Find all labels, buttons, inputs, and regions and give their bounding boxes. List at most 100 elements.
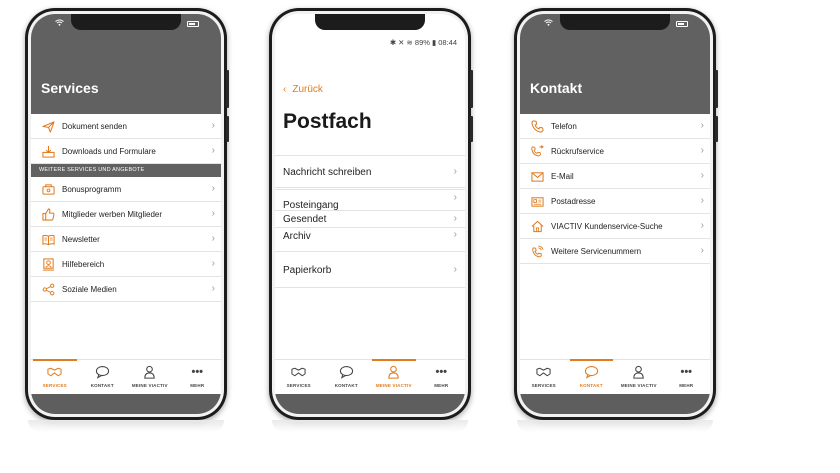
person-icon [386, 365, 402, 379]
chevron-right-icon: › [211, 145, 215, 156]
tab-services[interactable]: SERVICES [31, 359, 79, 394]
page-title: Services [41, 80, 99, 96]
phone-reflection [28, 420, 224, 432]
chat-icon [583, 365, 599, 379]
tab-services[interactable]: SERVICES [275, 360, 323, 394]
side-button [470, 116, 473, 142]
tab-mehr[interactable]: ••• MEHR [174, 360, 222, 394]
list-item-label: Postadresse [551, 196, 596, 206]
chevron-right-icon: › [453, 166, 457, 177]
list-item-newsletter[interactable]: Newsletter › [31, 227, 221, 252]
callback-icon [530, 144, 544, 158]
home-indicator-area [275, 394, 465, 414]
tab-label: MEHR [190, 383, 205, 388]
notch [71, 14, 181, 30]
home-icon [530, 219, 544, 233]
download-icon [41, 144, 55, 158]
list-item-postadresse[interactable]: Postadresse › [520, 189, 710, 214]
list-item-email[interactable]: E-Mail › [520, 164, 710, 189]
side-button [715, 116, 718, 142]
tab-label: KONTAKT [90, 383, 114, 388]
chevron-right-icon: › [700, 195, 704, 206]
list-item-weitere-servicenummern[interactable]: Weitere Servicenummern › [520, 239, 710, 264]
screen: ✱ ✕ ≋ 89% ▮ 08:44 ‹ Zurück Postfach Nachr… [275, 14, 465, 414]
more-numbers-icon [530, 244, 544, 258]
list-item-label: Bonusprogramm [62, 184, 122, 194]
list-item-downloads[interactable]: Downloads und Formulare › [31, 139, 221, 164]
help-icon [41, 257, 55, 271]
tab-label: KONTAKT [334, 383, 358, 388]
notch [315, 14, 425, 30]
chevron-right-icon: › [453, 192, 457, 203]
list-item-mitglieder-werben[interactable]: Mitglieder werben Mitglieder › [31, 202, 221, 227]
list-item-nachricht-schreiben[interactable]: Nachricht schreiben › [275, 156, 465, 188]
handshake-icon [47, 365, 63, 379]
services-list: Dokument senden › Downloads und Formular… [31, 114, 221, 302]
tab-mehr[interactable]: ••• MEHR [418, 360, 466, 394]
list-item-papierkorb[interactable]: Papierkorb › [275, 252, 465, 288]
tab-meine-viactiv[interactable]: MEINE VIACTIV [126, 360, 174, 394]
chevron-right-icon: › [700, 245, 704, 256]
tab-mehr[interactable]: ••• MEHR [663, 360, 711, 394]
screen: Kontakt 09:15 Telefon › Rückrufservice [520, 14, 710, 414]
screen: Services 09:15 Dokument senden › Downlo [31, 14, 221, 414]
address-icon [530, 194, 544, 208]
tab-bar: SERVICES KONTAKT MEINE VIACTIV ••• MEHR [31, 359, 221, 394]
power-button [715, 70, 718, 108]
side-button [226, 116, 229, 142]
tab-bar: SERVICES KONTAKT MEINE VIACTIV ••• MEHR [275, 359, 465, 394]
list-item-label: Nachricht schreiben [283, 167, 372, 178]
tab-label: KONTAKT [579, 383, 603, 388]
chevron-right-icon: › [700, 220, 704, 231]
tab-services[interactable]: SERVICES [520, 360, 568, 394]
list-item-gesendet[interactable]: Gesendet › [275, 210, 465, 227]
tab-label: MEHR [434, 383, 449, 388]
list-item-label: VIACTIV Kundenservice-Suche [551, 221, 663, 231]
phone-postfach: ✱ ✕ ≋ 89% ▮ 08:44 ‹ Zurück Postfach Nachr… [269, 8, 473, 420]
power-button [470, 70, 473, 108]
share-icon [41, 282, 55, 296]
notch [560, 14, 670, 30]
list-item-bonusprogramm[interactable]: Bonusprogramm › [31, 177, 221, 202]
list-item-posteingang[interactable]: Posteingang › [275, 190, 465, 211]
chevron-right-icon: › [211, 233, 215, 244]
tab-meine-viactiv[interactable]: MEINE VIACTIV [615, 360, 663, 394]
list-item-label: Papierkorb [283, 265, 332, 276]
page-title: Postfach [283, 110, 372, 133]
power-button [226, 70, 229, 108]
list-item-kundenservice-suche[interactable]: VIACTIV Kundenservice-Suche › [520, 214, 710, 239]
list-item-label: Dokument senden [62, 121, 127, 131]
person-icon [631, 365, 647, 379]
list-item-dokument-senden[interactable]: Dokument senden › [31, 114, 221, 139]
list-item-soziale-medien[interactable]: Soziale Medien › [31, 277, 221, 302]
list-item-hilfebereich[interactable]: Hilfebereich › [31, 252, 221, 277]
tab-kontakt[interactable]: KONTAKT [323, 360, 371, 394]
thumbs-up-icon [41, 207, 55, 221]
list-item-label: Archiv [283, 231, 311, 242]
list-item-label: E-Mail [551, 171, 574, 181]
tab-label: MEINE VIACTIV [620, 383, 657, 388]
newsletter-icon [41, 232, 55, 246]
tab-kontakt[interactable]: KONTAKT [568, 359, 616, 394]
more-dots-icon: ••• [680, 366, 693, 378]
handshake-icon [291, 365, 307, 379]
more-dots-icon: ••• [435, 366, 448, 378]
tab-label: MEINE VIACTIV [131, 383, 168, 388]
tab-meine-viactiv[interactable]: MEINE VIACTIV [370, 359, 418, 394]
mail-icon [530, 169, 544, 183]
tab-kontakt[interactable]: KONTAKT [79, 360, 127, 394]
list-item-rueckrufservice[interactable]: Rückrufservice › [520, 139, 710, 164]
list-item-telefon[interactable]: Telefon › [520, 114, 710, 139]
list-item-archiv[interactable]: Archiv › [275, 227, 465, 252]
person-icon [142, 365, 158, 379]
mailbox-list: Nachricht schreiben › Posteingang › Gese… [275, 155, 465, 288]
list-item-label: Rückrufservice [551, 146, 604, 156]
list-item-label: Downloads und Formulare [62, 146, 156, 156]
page-title: Kontakt [530, 80, 583, 96]
list-item-label: Telefon [551, 121, 577, 131]
list-item-label: Weitere Servicenummern [551, 246, 642, 256]
send-icon [41, 119, 55, 133]
list-item-label: Gesendet [283, 214, 327, 225]
list-item-label: Mitglieder werben Mitglieder [62, 209, 163, 219]
back-button[interactable]: ‹ Zurück [283, 84, 323, 95]
